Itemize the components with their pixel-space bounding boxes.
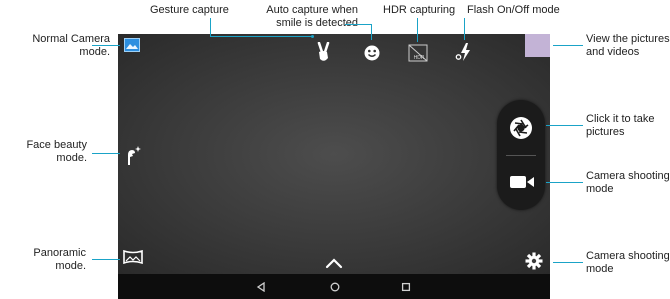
chevron-up-icon[interactable] (324, 256, 344, 270)
leader-line (210, 36, 313, 37)
callout-text: HDR capturing (383, 4, 456, 16)
leader-line (553, 45, 583, 46)
leader-line (210, 18, 211, 36)
callout-face-beauty: Face beauty mode. (0, 139, 87, 165)
video-camera-icon[interactable] (508, 172, 536, 192)
callout-video-mode: Camera shooting mode (586, 170, 670, 196)
callout-text: Gesture capture (150, 4, 229, 16)
callout-text: View the pictures and videos (586, 33, 670, 58)
leader-line (92, 153, 120, 154)
callout-hdr: HDR capturing (383, 4, 455, 17)
circle-home-icon[interactable] (329, 281, 341, 293)
face-beauty-icon[interactable] (123, 145, 143, 167)
leader-line (345, 24, 372, 25)
gear-icon[interactable] (525, 252, 543, 270)
capture-controls-divider (506, 155, 536, 156)
leader-line (92, 259, 120, 260)
gallery-thumbnail[interactable] (525, 34, 550, 57)
callout-take-picture: Click it to take pictures (586, 113, 654, 139)
square-recent-icon[interactable] (400, 281, 412, 293)
callout-text: Panoramic mode. (33, 247, 86, 272)
victory-hand-icon[interactable] (314, 42, 334, 64)
callout-settings: Camera shooting mode (586, 250, 670, 276)
callout-smile: Auto capture when smile is detected (253, 4, 358, 30)
callout-view-media: View the pictures and videos (586, 33, 670, 59)
callout-gesture: Gesture capture (150, 4, 229, 17)
callout-text: Camera shooting mode (586, 170, 670, 195)
callout-text: Auto capture when smile is detected (266, 4, 358, 29)
panorama-icon[interactable] (123, 250, 143, 264)
smile-face-icon[interactable] (363, 44, 381, 62)
flash-auto-icon[interactable] (455, 42, 473, 62)
callout-flash: Flash On/Off mode (467, 4, 560, 17)
leader-line (371, 24, 372, 40)
landscape-icon[interactable] (124, 38, 140, 52)
callout-text: Face beauty mode. (26, 139, 87, 164)
callout-panoramic: Panoramic mode. (0, 247, 86, 273)
leader-line (553, 262, 583, 263)
leader-dot (311, 35, 314, 38)
svg-text:HDR: HDR (414, 55, 425, 61)
leader-line (92, 45, 120, 46)
callout-normal-camera: Normal Camera mode. (0, 33, 110, 59)
callout-text: Click it to take pictures (586, 113, 655, 138)
leader-line (417, 18, 418, 42)
hdr-icon[interactable]: HDR (408, 44, 428, 62)
camera-viewfinder[interactable] (118, 34, 550, 274)
leader-line (464, 18, 465, 40)
leader-line (546, 125, 583, 126)
triangle-back-icon[interactable] (255, 281, 267, 293)
callout-text: Flash On/Off mode (467, 4, 560, 16)
camera-shutter-icon[interactable] (506, 113, 536, 143)
callout-text: Camera shooting mode (586, 250, 670, 275)
leader-line (546, 182, 583, 183)
